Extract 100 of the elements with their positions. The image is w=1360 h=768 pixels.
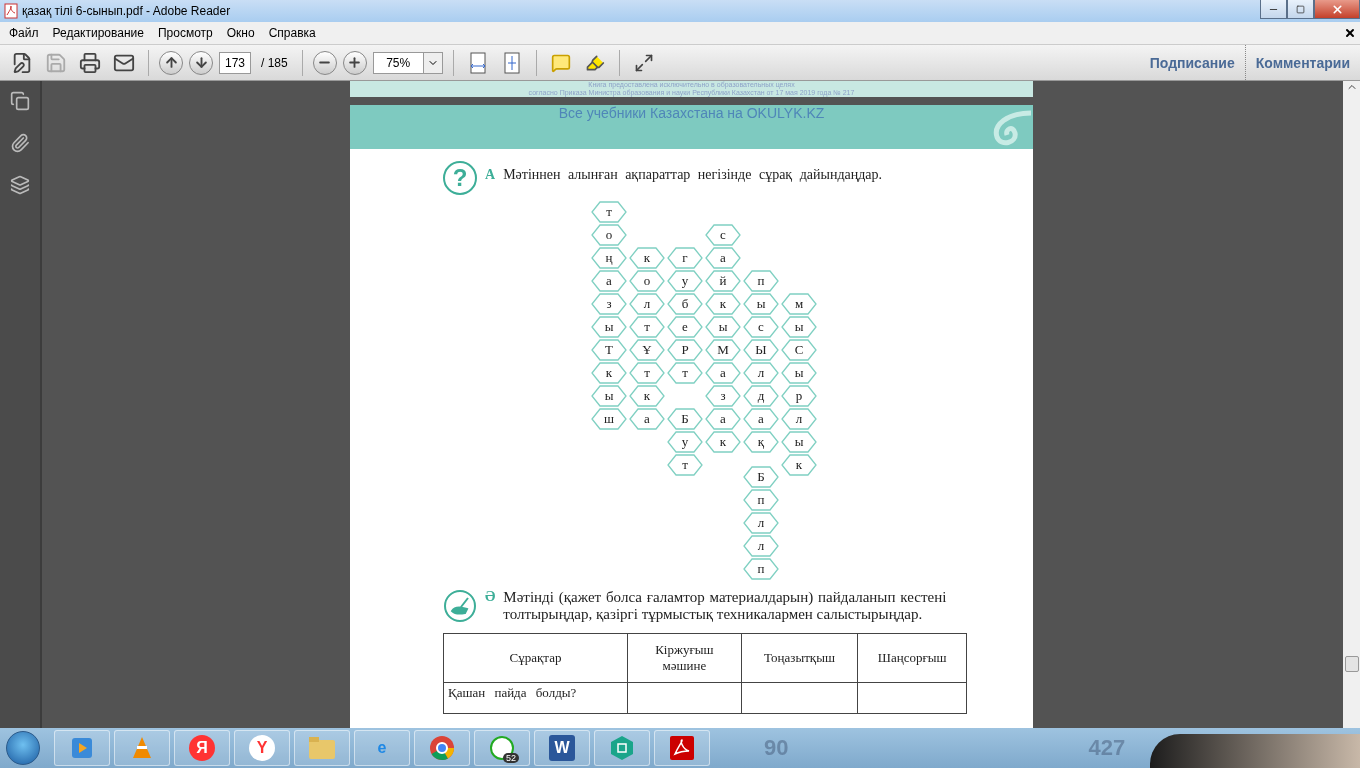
panel-tab[interactable]: Комментарии bbox=[1244, 45, 1360, 80]
letter-hex: т bbox=[667, 362, 703, 384]
letter-hex: у bbox=[667, 431, 703, 453]
scrollbar-thumb[interactable] bbox=[1345, 656, 1359, 672]
letter-hex: а bbox=[629, 408, 665, 430]
page-number-field[interactable]: 173 bbox=[219, 51, 251, 74]
ie-logo-icon: e bbox=[369, 735, 395, 761]
letter-hex: л bbox=[781, 408, 817, 430]
letter-hex: к bbox=[705, 293, 741, 315]
menu-item[interactable]: Окно bbox=[219, 26, 262, 40]
letter-hex: г bbox=[667, 247, 703, 269]
attachments-button[interactable] bbox=[10, 133, 30, 153]
dropdown-button[interactable] bbox=[422, 51, 443, 74]
letter-hex: ы bbox=[591, 316, 627, 338]
window-title: қазақ тілі 6-сынып.pdf - Adobe Reader bbox=[22, 4, 232, 18]
column-header: Сұрақтар bbox=[443, 633, 628, 683]
menu-item[interactable]: Редактирование bbox=[45, 26, 151, 40]
yandex-logo-icon: Я bbox=[189, 735, 215, 761]
pages-glyph-icon bbox=[10, 91, 30, 111]
letter-hex: п bbox=[743, 489, 779, 511]
panel-tab[interactable]: Подписание bbox=[1139, 45, 1245, 80]
zoom-field[interactable]: 75% bbox=[372, 51, 423, 74]
taskbar-app-button[interactable] bbox=[594, 730, 650, 766]
pdf-logo-icon bbox=[669, 735, 695, 761]
banner-text: Все учебники Казахстана на OKULYK.KZ bbox=[558, 105, 825, 123]
letter-hex: М bbox=[705, 339, 741, 361]
chat-bubble-icon bbox=[489, 735, 515, 761]
zoom-out-button[interactable] bbox=[312, 50, 337, 75]
letter-hex: Б bbox=[667, 408, 703, 430]
letter-hex: б bbox=[667, 293, 703, 315]
task-text: Мәтінді (қажет болса ғаламтор материалдарын) пайдаланып кестені толтырыңдар, қазіргі тұрмыстық техникалармен салыстырыңдар. bbox=[503, 589, 947, 623]
letter-hex: а bbox=[705, 247, 741, 269]
letter-hex: к bbox=[705, 431, 741, 453]
column-header: Тоңазытқыш bbox=[741, 633, 858, 683]
restore-button[interactable] bbox=[1287, 0, 1314, 19]
pdf-file-icon bbox=[4, 3, 18, 19]
letter-hex: а bbox=[705, 362, 741, 384]
letter-hex: л bbox=[629, 293, 665, 315]
taskbar-app-button[interactable] bbox=[54, 730, 110, 766]
taskbar-app-button[interactable]: Y bbox=[234, 730, 290, 766]
column-header: Шаңсорғыш bbox=[857, 633, 967, 683]
menu-item[interactable]: Файл bbox=[2, 26, 46, 40]
letter-hex: т bbox=[667, 454, 703, 476]
menu-item[interactable]: Справка bbox=[261, 26, 323, 40]
pages-button[interactable] bbox=[10, 91, 30, 111]
paperclip-glyph-icon bbox=[10, 133, 30, 153]
taskbar-app-button[interactable] bbox=[414, 730, 470, 766]
letter-hex: ы bbox=[743, 293, 779, 315]
letter-hex: а bbox=[705, 408, 741, 430]
letter-hex: й bbox=[705, 270, 741, 292]
notification-badge: 52 bbox=[503, 753, 519, 763]
restore-icon bbox=[1296, 4, 1305, 14]
chrome-logo-icon bbox=[429, 735, 455, 761]
taskbar-app-button[interactable] bbox=[654, 730, 710, 766]
fit-page-icon bbox=[501, 51, 522, 74]
letter-hex: п bbox=[743, 270, 779, 292]
letter-hex: қ bbox=[743, 431, 779, 453]
minimize-button[interactable] bbox=[1260, 0, 1287, 19]
browser-logo-icon: Y bbox=[249, 735, 275, 761]
plus-icon bbox=[347, 55, 363, 70]
letter-hex: п bbox=[743, 558, 779, 580]
letter-hex: ы bbox=[781, 362, 817, 384]
close-document-button[interactable] bbox=[1344, 27, 1356, 39]
letter-hex: с bbox=[743, 316, 779, 338]
letter-hex: С bbox=[781, 339, 817, 361]
letter-hex: д bbox=[743, 385, 779, 407]
next-page-button[interactable] bbox=[189, 50, 213, 75]
task-letter: Ә bbox=[485, 589, 496, 605]
letter-hex: е bbox=[667, 316, 703, 338]
pen-on-page-icon bbox=[11, 51, 33, 74]
media-player-icon bbox=[69, 735, 95, 761]
close-icon bbox=[1330, 2, 1344, 16]
hexagon-app-icon bbox=[609, 735, 635, 761]
zoom-in-button[interactable] bbox=[342, 50, 367, 75]
letter-hex: ң bbox=[591, 247, 627, 269]
letter-hex: к bbox=[781, 454, 817, 476]
taskbar-app-button[interactable]: 52 bbox=[474, 730, 530, 766]
word-logo-icon: W bbox=[549, 735, 575, 761]
start-button[interactable] bbox=[6, 731, 40, 765]
page-total: / 185 bbox=[261, 55, 288, 70]
close-button[interactable] bbox=[1314, 0, 1360, 19]
layers-button[interactable] bbox=[10, 175, 30, 195]
letter-hex: ы bbox=[705, 316, 741, 338]
taskbar-app-button[interactable]: Я bbox=[174, 730, 230, 766]
taskbar-app-button[interactable]: W bbox=[534, 730, 590, 766]
letter-hex: т bbox=[591, 201, 627, 223]
task-text: Мәтіннен алынған ақпараттар негізінде сұрақ дайындаңдар. bbox=[503, 167, 883, 183]
letter-hex: з bbox=[705, 385, 741, 407]
table-cell: Қашан пайда болды? bbox=[443, 682, 628, 714]
letter-hex: Р bbox=[667, 339, 703, 361]
letter-hex: а bbox=[743, 408, 779, 430]
letter-hex: л bbox=[743, 362, 779, 384]
close-icon bbox=[1344, 27, 1356, 39]
folder-icon bbox=[308, 736, 336, 760]
fit-width-icon bbox=[467, 51, 488, 74]
menu-item[interactable]: Просмотр bbox=[150, 26, 220, 40]
previous-page-button[interactable] bbox=[159, 50, 183, 75]
letter-hex: к bbox=[629, 385, 665, 407]
highlighter-icon bbox=[584, 52, 605, 73]
letter-hex: т bbox=[629, 362, 665, 384]
